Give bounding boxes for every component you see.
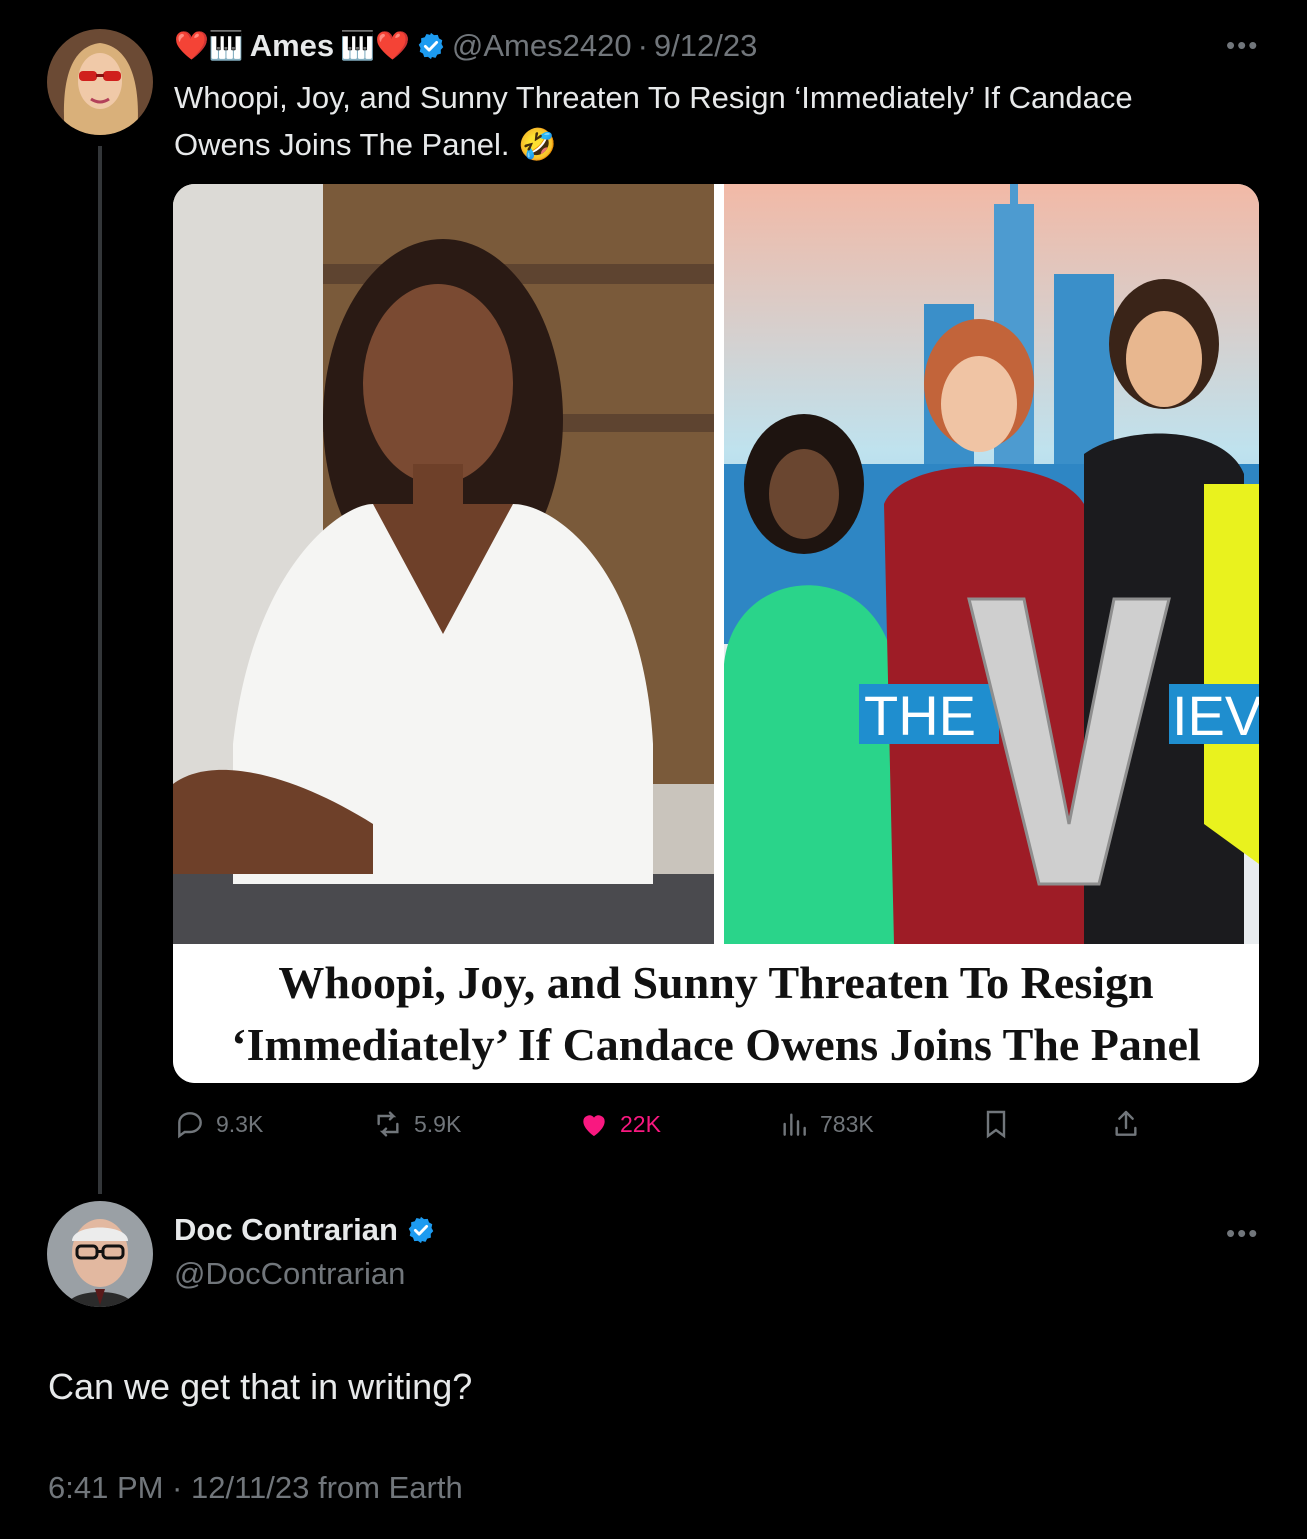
share-action[interactable] xyxy=(1110,1104,1142,1144)
share-icon xyxy=(1115,1110,1137,1136)
logo-the: THE xyxy=(864,684,976,747)
logo-iev: IEV xyxy=(1172,684,1259,747)
views-chart-icon xyxy=(783,1113,806,1136)
views-count: 783K xyxy=(820,1110,874,1137)
doccontrarian-avatar[interactable] xyxy=(47,1201,153,1307)
views-action[interactable]: 783K xyxy=(778,1104,874,1144)
display-name[interactable]: Ames xyxy=(250,28,334,64)
image-divider xyxy=(714,184,724,944)
like-count: 22K xyxy=(620,1110,661,1137)
thread-connector-line xyxy=(98,146,102,1194)
reply-more-icon[interactable]: ••• xyxy=(1226,1218,1259,1249)
heart-icon xyxy=(583,1115,605,1136)
reply-handle[interactable]: @DocContrarian xyxy=(174,1256,405,1292)
verified-badge-icon xyxy=(418,32,444,60)
right-photo-the-view-hosts: THE IEV xyxy=(724,184,1259,944)
media-caption: Whoopi, Joy, and Sunny Threaten To Resig… xyxy=(173,944,1259,1083)
tweet-media-image[interactable]: THE IEV Whoopi, Joy, and Sunny Threaten … xyxy=(173,184,1259,1083)
ames-avatar[interactable] xyxy=(47,29,153,135)
name-emoji-left: ❤️🎹 xyxy=(174,30,244,61)
media-caption-line-2: ‘Immediately’ If Candace Owens Joins The… xyxy=(231,1019,1201,1070)
reply-header: Doc Contrarian xyxy=(174,1212,436,1248)
more-icon[interactable]: ••• xyxy=(1226,30,1259,61)
handle[interactable]: @Ames2420 xyxy=(452,28,632,64)
separator-dot: · xyxy=(637,28,648,63)
repost-icon xyxy=(377,1111,399,1137)
reply-verified-badge-icon xyxy=(408,1216,434,1244)
tweet-header: ❤️🎹 Ames 🎹❤️ @Ames2420 · 9/12/23 xyxy=(174,24,757,68)
reply-icon xyxy=(178,1112,202,1139)
tweet-text: Whoopi, Joy, and Sunny Threaten To Resig… xyxy=(174,74,1254,168)
reply-display-name[interactable]: Doc Contrarian xyxy=(174,1212,398,1248)
reply-action[interactable]: 9.3K xyxy=(174,1104,263,1144)
tweet-text-line-1: Whoopi, Joy, and Sunny Threaten To Resig… xyxy=(174,80,1133,115)
reply-text: Can we get that in writing? xyxy=(48,1366,473,1407)
repost-count: 5.9K xyxy=(414,1110,462,1137)
left-photo-woman-white-vest xyxy=(173,184,714,944)
media-caption-line-1: Whoopi, Joy, and Sunny Threaten To Resig… xyxy=(278,957,1154,1008)
tweet-date[interactable]: 9/12/23 xyxy=(654,28,757,64)
like-action[interactable]: 22K xyxy=(578,1104,661,1144)
name-emoji-right: 🎹❤️ xyxy=(340,30,410,61)
bookmark-icon xyxy=(986,1110,1006,1139)
reply-timestamp[interactable]: 6:41 PM · 12/11/23 from Earth xyxy=(48,1470,463,1506)
bookmark-action[interactable] xyxy=(980,1104,1012,1144)
repost-action[interactable]: 5.9K xyxy=(372,1104,461,1144)
tweet-text-line-2: Owens Joins The Panel. 🤣 xyxy=(174,127,557,162)
reply-count: 9.3K xyxy=(216,1110,264,1137)
